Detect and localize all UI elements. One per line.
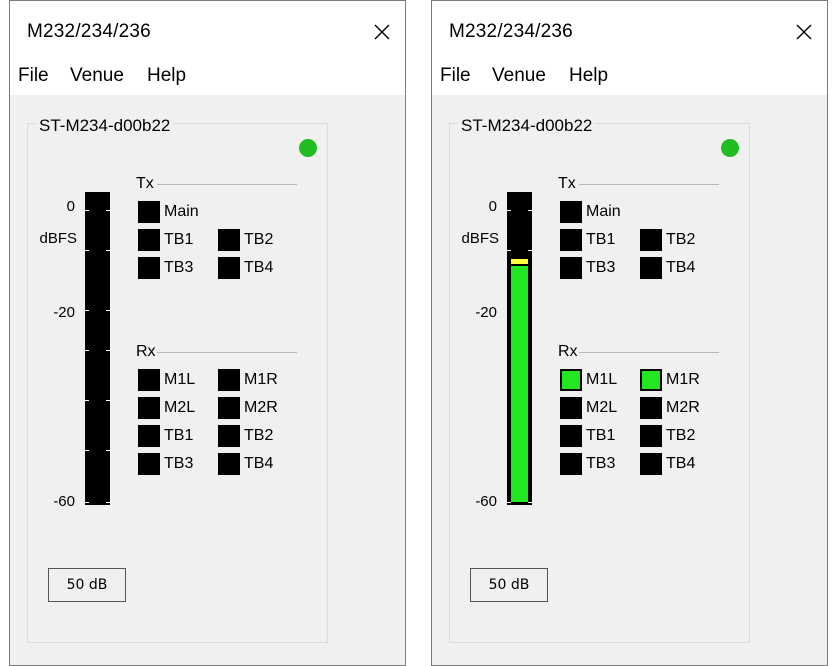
menu-bar: File Venue Help [10,63,405,93]
channel-indicator [560,257,582,279]
rx-label: Rx [136,343,156,360]
channel-indicator [640,453,662,475]
scale-label-0: 0 [66,198,75,215]
channel-label: M1R [666,371,700,388]
gain-button[interactable]: 50 dB [48,568,126,602]
channel-label: TB4 [666,259,696,276]
channel-indicator [138,201,160,223]
title-bar[interactable]: M232/234/236 [432,1,827,61]
scale-label-unit: dBFS [461,230,499,247]
channel-label: TB2 [244,231,274,248]
rx-divider [579,352,719,353]
menu-file[interactable]: File [440,65,471,87]
channel-indicator [138,453,160,475]
level-meter [85,192,110,505]
channel-label: TB3 [164,455,194,472]
channel-indicator [560,229,582,251]
close-icon[interactable] [373,23,391,41]
channel-label: M2R [244,399,278,416]
menu-help[interactable]: Help [147,65,186,87]
device-name: ST-M234-d00b22 [458,116,596,136]
channel-label: TB1 [164,427,194,444]
status-led-icon [299,139,317,157]
channel-label: TB3 [164,259,194,276]
channel-indicator [138,229,160,251]
channel-indicator [560,397,582,419]
tx-label: Tx [136,175,154,192]
tx-label: Tx [558,175,576,192]
channel-indicator [640,425,662,447]
channel-label: TB1 [586,427,616,444]
rx-divider [157,352,297,353]
channel-label: TB3 [586,455,616,472]
title-bar[interactable]: M232/234/236 [10,1,405,61]
level-meter [507,192,532,505]
channel-indicator [138,397,160,419]
channel-label: M1L [586,371,618,388]
channel-indicator [138,425,160,447]
meter-peak [511,259,528,264]
menu-help[interactable]: Help [569,65,608,87]
channel-indicator [560,201,582,223]
channel-label: M2L [586,399,618,416]
tx-divider [579,184,719,185]
channel-label: M2L [164,399,196,416]
tx-divider [157,184,297,185]
close-icon[interactable] [795,23,813,41]
menu-venue[interactable]: Venue [70,65,124,87]
channel-label: TB1 [164,231,194,248]
channel-label: TB3 [586,259,616,276]
channel-indicator [218,257,240,279]
gain-button[interactable]: 50 dB [470,568,548,602]
menu-file[interactable]: File [18,65,49,87]
channel-label: M1R [244,371,278,388]
channel-label: TB4 [244,259,274,276]
channel-indicator [138,257,160,279]
channel-indicator [640,369,662,391]
rx-label: Rx [558,343,578,360]
channel-label: TB2 [666,231,696,248]
scale-label-minus20: -20 [475,304,497,321]
window-title: M232/234/236 [27,21,151,42]
scale-label-minus60: -60 [475,493,497,510]
channel-label: Main [164,203,199,220]
channel-indicator [138,369,160,391]
window-title: M232/234/236 [449,21,573,42]
channel-label: M1L [164,371,196,388]
menu-bar: File Venue Help [432,63,827,93]
channel-indicator [560,369,582,391]
channel-label: TB1 [586,231,616,248]
device-name: ST-M234-d00b22 [36,116,174,136]
channel-label: M2R [666,399,700,416]
scale-label-0: 0 [488,198,497,215]
scale-label-unit: dBFS [39,230,77,247]
meter-fill [511,266,528,502]
channel-indicator [640,229,662,251]
client-area: ST-M234-d00b22 0 dBFS -20 -60 Tx Main TB… [10,95,405,665]
channel-indicator [218,453,240,475]
channel-label: TB2 [666,427,696,444]
status-led-icon [721,139,739,157]
channel-indicator [218,397,240,419]
scale-label-minus20: -20 [53,304,75,321]
scale-label-minus60: -60 [53,493,75,510]
channel-indicator [640,257,662,279]
app-window-left: M232/234/236 File Venue Help ST-M234-d00… [9,0,406,666]
channel-label: Main [586,203,621,220]
channel-indicator [218,425,240,447]
channel-indicator [640,397,662,419]
channel-label: TB4 [666,455,696,472]
channel-indicator [560,425,582,447]
menu-venue[interactable]: Venue [492,65,546,87]
channel-indicator [560,453,582,475]
client-area: ST-M234-d00b22 0 dBFS -20 -60 Tx Main TB… [432,95,827,665]
channel-indicator [218,229,240,251]
channel-indicator [218,369,240,391]
channel-label: TB2 [244,427,274,444]
channel-label: TB4 [244,455,274,472]
app-window-right: M232/234/236 File Venue Help ST-M234-d00… [431,0,828,666]
